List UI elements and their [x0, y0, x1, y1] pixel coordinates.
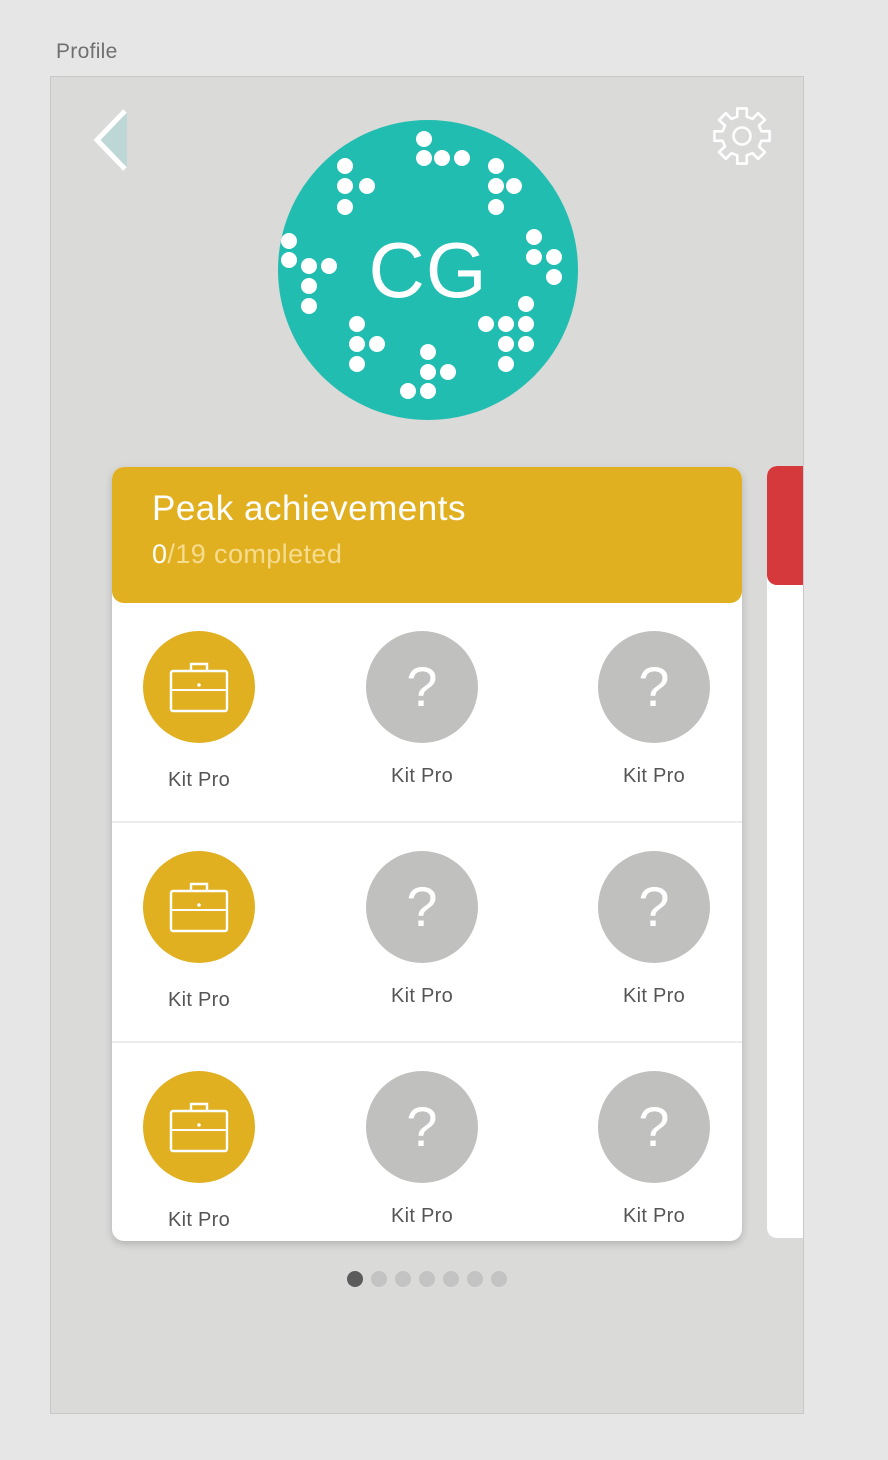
achievement-card: Peak achievements 0/19 completed Kit Pro…	[112, 467, 742, 1241]
badge-circle: ?	[598, 631, 710, 743]
completed-total: /19 completed	[167, 539, 343, 569]
badge-earned[interactable]: Kit Pro	[143, 851, 255, 1011]
page-dot[interactable]	[419, 1271, 435, 1287]
badge-locked[interactable]: ? Kit Pro	[598, 851, 710, 1011]
badge-circle	[143, 1071, 255, 1183]
badge-circle	[143, 631, 255, 743]
card-title: Peak achievements	[152, 489, 466, 528]
badge-circle	[143, 851, 255, 963]
badge-locked[interactable]: ? Kit Pro	[366, 851, 478, 1011]
chevron-left-icon	[93, 109, 127, 171]
page-dot[interactable]	[491, 1271, 507, 1287]
badge-label: Kit Pro	[167, 989, 231, 1011]
question-mark-icon: ?	[638, 1095, 670, 1158]
badge-circle: ?	[366, 1071, 478, 1183]
completed-count: 0	[152, 539, 168, 569]
page-dot[interactable]	[347, 1271, 363, 1287]
question-mark-icon: ?	[406, 655, 438, 718]
question-mark-icon: ?	[406, 1095, 438, 1158]
completion-status: 0/19 completed	[152, 539, 342, 570]
briefcase-icon	[169, 1102, 229, 1153]
badge-earned[interactable]: Kit Pro	[143, 631, 255, 791]
badge-locked[interactable]: ? Kit Pro	[598, 1071, 710, 1231]
page-dot[interactable]	[443, 1271, 459, 1287]
page-dot[interactable]	[467, 1271, 483, 1287]
avatar: CG	[278, 120, 578, 420]
question-mark-icon: ?	[638, 655, 670, 718]
badge-locked[interactable]: ? Kit Pro	[366, 631, 478, 791]
badge-label: Kit Pro	[622, 765, 686, 787]
settings-button[interactable]	[711, 105, 773, 167]
badge-label: Kit Pro	[622, 985, 686, 1007]
briefcase-icon	[169, 662, 229, 713]
card-header: Peak achievements 0/19 completed	[112, 467, 742, 603]
next-achievement-card[interactable]	[767, 466, 803, 1238]
badge-circle: ?	[366, 851, 478, 963]
badge-row: Kit Pro? Kit Pro? Kit Pro	[112, 1043, 742, 1241]
badge-earned[interactable]: Kit Pro	[143, 1071, 255, 1231]
badge-circle: ?	[598, 1071, 710, 1183]
badge-label: Kit Pro	[167, 769, 231, 791]
badge-label: Kit Pro	[167, 1209, 231, 1231]
badge-label: Kit Pro	[390, 1205, 454, 1227]
badge-row: Kit Pro? Kit Pro? Kit Pro	[112, 603, 742, 823]
badge-label: Kit Pro	[390, 985, 454, 1007]
profile-screen: CG Peak achievements 0/19 completed Kit …	[50, 76, 804, 1414]
badge-label: Kit Pro	[390, 765, 454, 787]
artboard-label: Profile	[56, 40, 118, 63]
next-card-header	[767, 466, 803, 585]
badge-label: Kit Pro	[622, 1205, 686, 1227]
badge-locked[interactable]: ? Kit Pro	[366, 1071, 478, 1231]
avatar-initials: CG	[368, 226, 488, 314]
briefcase-icon	[169, 882, 229, 933]
badge-circle: ?	[366, 631, 478, 743]
gear-icon	[713, 107, 771, 165]
badge-row: Kit Pro? Kit Pro? Kit Pro	[112, 823, 742, 1043]
back-button[interactable]	[91, 107, 135, 173]
page-dot[interactable]	[371, 1271, 387, 1287]
question-mark-icon: ?	[406, 875, 438, 938]
badge-circle: ?	[598, 851, 710, 963]
badge-locked[interactable]: ? Kit Pro	[598, 631, 710, 791]
question-mark-icon: ?	[638, 875, 670, 938]
page-dot[interactable]	[395, 1271, 411, 1287]
